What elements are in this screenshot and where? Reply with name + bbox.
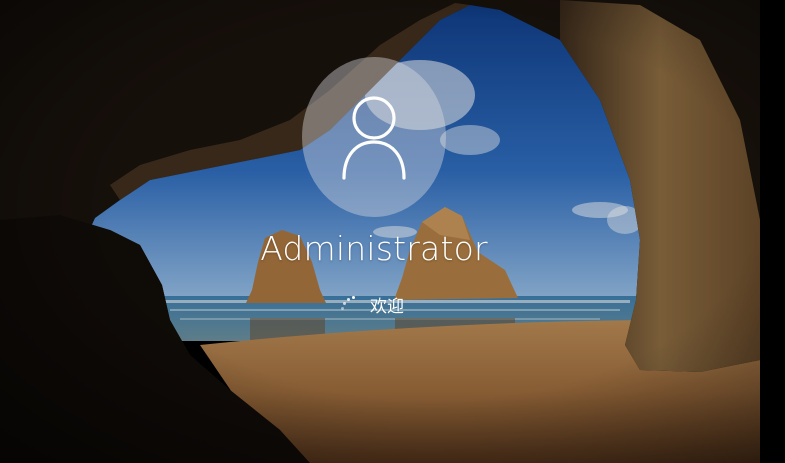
user-silhouette-icon — [342, 96, 406, 180]
user-avatar — [302, 57, 446, 217]
login-status: 欢迎 — [339, 290, 404, 318]
welcome-status-text: 欢迎 — [370, 296, 404, 317]
username-label: Administrator — [260, 229, 488, 268]
lock-screen: Administrator 欢迎 — [0, 0, 785, 463]
loading-spinner-icon — [339, 295, 357, 313]
